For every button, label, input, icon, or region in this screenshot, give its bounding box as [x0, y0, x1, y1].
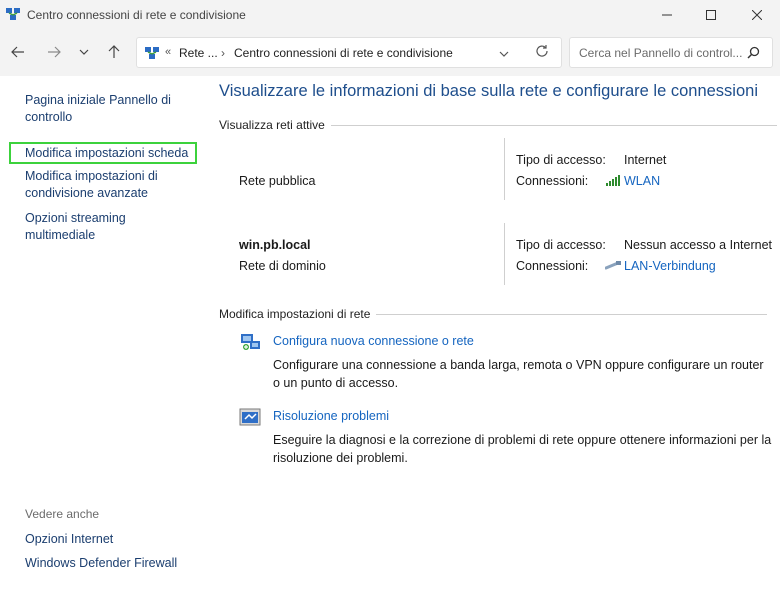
sidebar-link-home[interactable]: Pagina iniziale Pannello di controllo — [25, 92, 185, 126]
window-title: Centro connessioni di rete e condivision… — [27, 8, 246, 22]
search-placeholder: Cerca nel Pannello di control... — [579, 46, 743, 60]
sidebar-link-adapter-settings[interactable]: Modifica impostazioni scheda — [9, 142, 197, 164]
new-connection-icon — [241, 334, 260, 350]
minimize-icon — [662, 14, 672, 16]
address-bar[interactable]: « Rete ... › Centro connessioni di rete … — [136, 37, 562, 68]
sidebar-link-firewall[interactable]: Windows Defender Firewall — [25, 555, 177, 572]
access-type-value: Nessun accesso a Internet — [624, 238, 772, 252]
breadcrumb-overflow[interactable]: « — [165, 46, 171, 58]
section-divider — [376, 313, 768, 315]
change-settings-header: Modifica impostazioni di rete — [219, 307, 768, 321]
address-dropdown-button[interactable] — [499, 46, 509, 60]
arrow-right-icon — [48, 46, 61, 58]
chevron-down-icon — [79, 49, 89, 55]
troubleshoot-link[interactable]: Risoluzione problemi — [273, 409, 389, 423]
sidebar: Pagina iniziale Pannello di controllo Mo… — [0, 76, 205, 589]
title-bar: Centro connessioni di rete e condivision… — [0, 0, 780, 30]
network-type: Rete di dominio — [239, 259, 326, 273]
close-icon — [752, 10, 762, 20]
page-title: Visualizzare le informazioni di base sul… — [219, 82, 758, 100]
close-button[interactable] — [734, 0, 780, 30]
access-type-value: Internet — [624, 153, 667, 167]
forward-button[interactable] — [42, 40, 66, 64]
network-entry: Rete pubblica Tipo di accesso: Internet … — [219, 138, 780, 204]
troubleshoot-icon — [239, 408, 261, 426]
connection-link-lan[interactable]: LAN-Verbindung — [624, 259, 716, 273]
network-center-icon — [145, 47, 159, 59]
network-divider — [504, 138, 505, 200]
minimize-button[interactable] — [644, 0, 690, 30]
navigation-bar: « Rete ... › Centro connessioni di rete … — [0, 30, 780, 76]
breadcrumb-current[interactable]: Centro connessioni di rete e condivision… — [234, 46, 453, 60]
up-button[interactable] — [102, 40, 126, 64]
change-settings-label: Modifica impostazioni di rete — [219, 307, 371, 321]
chevron-down-icon — [499, 51, 509, 57]
network-type: Rete pubblica — [239, 174, 316, 188]
network-entry: win.pb.local Rete di dominio Tipo di acc… — [219, 223, 780, 289]
network-name: win.pb.local — [239, 238, 311, 252]
connection-link-wlan[interactable]: WLAN — [624, 174, 660, 188]
maximize-icon — [706, 10, 716, 20]
section-divider — [330, 124, 777, 126]
arrow-left-icon — [11, 46, 24, 58]
task-description: Configurare una connessione a banda larg… — [273, 358, 764, 390]
connections-label: Connessioni: — [516, 259, 589, 273]
access-type-label: Tipo di accesso: — [516, 238, 606, 252]
refresh-icon — [536, 45, 548, 57]
sidebar-link-internet-options[interactable]: Opzioni Internet — [25, 531, 113, 548]
maximize-button[interactable] — [688, 0, 734, 30]
network-center-icon — [6, 8, 20, 20]
sidebar-link-advanced-sharing[interactable]: Modifica impostazioni di condivisione av… — [25, 168, 185, 202]
arrow-up-icon — [108, 45, 120, 58]
see-also-heading: Vedere anche — [25, 507, 100, 521]
back-button[interactable] — [6, 40, 30, 64]
wifi-signal-icon — [606, 175, 620, 186]
access-type-label: Tipo di accesso: — [516, 153, 606, 167]
active-networks-header: Visualizza reti attive — [219, 118, 777, 132]
connections-label: Connessioni: — [516, 174, 589, 188]
ethernet-cable-icon — [605, 261, 621, 270]
network-divider — [504, 223, 505, 285]
active-networks-label: Visualizza reti attive — [219, 118, 325, 132]
task-description: Eseguire la diagnosi e la correzione di … — [273, 433, 772, 465]
sidebar-link-media-streaming[interactable]: Opzioni streaming multimediale — [25, 210, 185, 244]
breadcrumb-separator[interactable]: › — [221, 46, 225, 60]
refresh-button[interactable] — [535, 44, 549, 61]
recent-locations-button[interactable] — [72, 40, 96, 64]
main-content: Visualizzare le informazioni di base sul… — [219, 76, 780, 589]
search-icon[interactable] — [747, 46, 760, 62]
new-connection-link[interactable]: Configura nuova connessione o rete — [273, 334, 474, 348]
search-input[interactable]: Cerca nel Pannello di control... — [569, 37, 773, 68]
breadcrumb-rete[interactable]: Rete ... — [179, 46, 218, 60]
